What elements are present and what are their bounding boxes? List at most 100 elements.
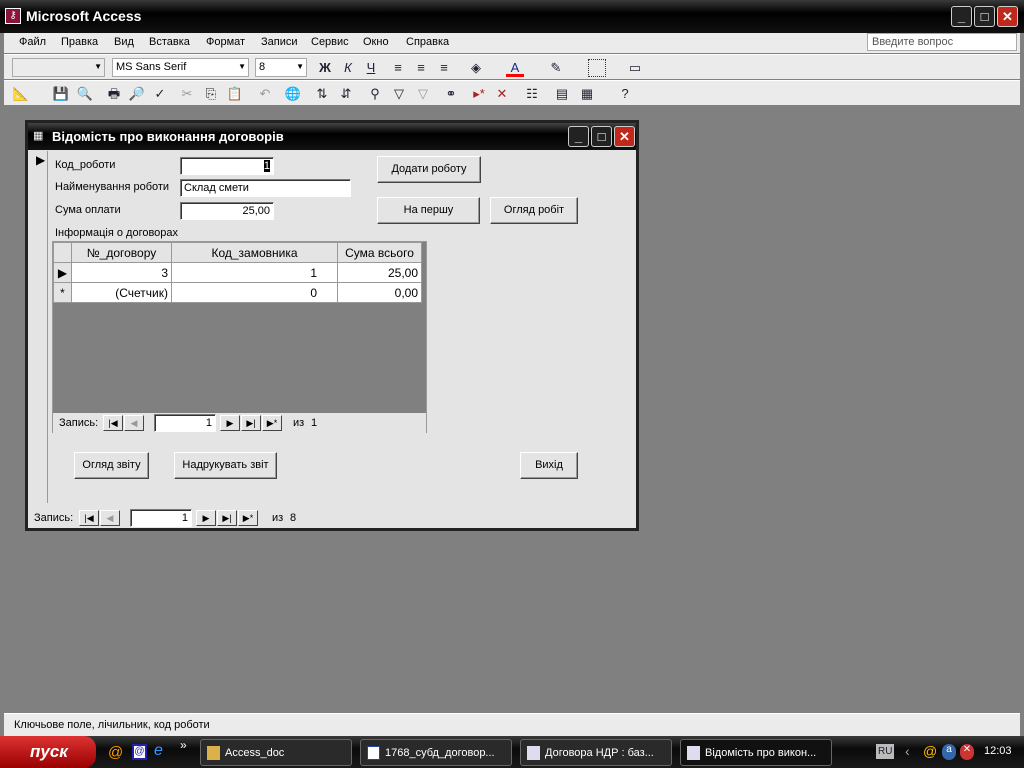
last-record-button[interactable]: ▶| <box>217 510 237 526</box>
cell[interactable]: 3 <box>71 262 172 283</box>
cell[interactable]: 25,00 <box>337 262 422 283</box>
print-report-button[interactable]: Надрукувать звіт <box>174 452 277 479</box>
new-record-button[interactable]: ▶* <box>262 415 282 431</box>
record-number-input[interactable]: 1 <box>154 414 216 432</box>
menu-file[interactable]: Файл <box>19 36 46 48</box>
code-field[interactable]: 1 <box>180 157 274 175</box>
column-header[interactable]: Сума всього <box>337 242 422 263</box>
filter-form-icon[interactable]: ▽ <box>390 85 408 103</box>
save-icon[interactable]: 💾 <box>52 85 70 103</box>
menu-view[interactable]: Вид <box>114 36 134 48</box>
sort-ascending-icon[interactable]: ⇅ <box>313 85 331 103</box>
cell[interactable]: 0,00 <box>337 282 422 303</box>
name-field[interactable]: Склад смети <box>180 179 351 197</box>
close-button[interactable]: ✕ <box>997 6 1018 27</box>
find-icon[interactable]: ⚭ <box>442 85 460 103</box>
paste-icon[interactable]: 📋 <box>226 85 244 103</box>
form-minimize-button[interactable]: _ <box>568 126 589 147</box>
delete-record-icon[interactable]: ✕ <box>493 85 511 103</box>
apply-filter-icon[interactable]: ▽ <box>414 85 432 103</box>
last-record-button[interactable]: ▶| <box>241 415 261 431</box>
copy-icon[interactable]: ⎘ <box>202 85 220 103</box>
tray-mail-icon[interactable]: @ <box>923 743 937 759</box>
tray-expand-icon[interactable]: ‹ <box>905 743 910 759</box>
menu-tools[interactable]: Сервис <box>311 36 349 48</box>
bold-button[interactable]: Ж <box>316 59 334 77</box>
sum-field[interactable]: 25,00 <box>180 202 274 220</box>
new-record-button[interactable]: ▶* <box>238 510 258 526</box>
form-maximize-button[interactable]: □ <box>591 126 612 147</box>
spelling-icon[interactable]: ✓ <box>151 85 169 103</box>
language-indicator[interactable]: RU <box>876 744 895 759</box>
underline-button[interactable]: Ч <box>362 59 380 77</box>
mail-agent-icon[interactable]: @ <box>108 744 123 761</box>
prev-record-button[interactable]: ◀ <box>100 510 120 526</box>
border-icon[interactable] <box>588 59 606 77</box>
new-row-selector[interactable]: * <box>53 282 72 303</box>
help-search-input[interactable]: Введите вопрос <box>867 33 1017 51</box>
print-preview-icon[interactable]: 🔎 <box>128 85 146 103</box>
minimize-button[interactable]: _ <box>951 6 972 27</box>
object-combo[interactable]: ▼ <box>12 58 105 77</box>
column-header[interactable]: №_договору <box>71 242 172 263</box>
tray-agent-icon[interactable]: a <box>942 744 956 760</box>
more-icon[interactable]: » <box>180 738 187 752</box>
filter-selection-icon[interactable]: ⚲ <box>366 85 384 103</box>
print-icon[interactable]: 🖶 <box>105 85 123 103</box>
view-report-button[interactable]: Огляд звіту <box>74 452 149 479</box>
properties-icon[interactable]: ☷ <box>523 85 541 103</box>
line-style-icon[interactable]: ▭ <box>626 59 644 77</box>
fill-color-icon[interactable]: ◈ <box>467 59 485 77</box>
size-combo[interactable]: 8 ▼ <box>255 58 307 77</box>
font-color-icon[interactable]: A <box>506 59 524 77</box>
task-form[interactable]: Відомість про викон... <box>680 739 832 766</box>
align-right-icon[interactable]: ≡ <box>435 59 453 77</box>
first-record-button[interactable]: На першу <box>377 197 480 224</box>
align-center-icon[interactable]: ≡ <box>412 59 430 77</box>
task-word-doc[interactable]: 1768_субд_договор... <box>360 739 512 766</box>
line-color-icon[interactable]: ✎ <box>547 59 565 77</box>
menu-records[interactable]: Записи <box>261 36 298 48</box>
next-record-button[interactable]: ▶ <box>220 415 240 431</box>
first-record-button[interactable]: |◀ <box>79 510 99 526</box>
next-record-button[interactable]: ▶ <box>196 510 216 526</box>
cell[interactable]: 1 <box>171 262 338 283</box>
prev-record-button[interactable]: ◀ <box>124 415 144 431</box>
search-file-icon[interactable]: 🔍 <box>76 85 94 103</box>
new-object-icon[interactable]: ▦ <box>578 85 596 103</box>
sort-descending-icon[interactable]: ⇵ <box>337 85 355 103</box>
maximize-button[interactable]: □ <box>974 6 995 27</box>
quick-launch-icon[interactable]: @ <box>132 744 147 760</box>
cell[interactable]: 0 <box>171 282 338 303</box>
align-left-icon[interactable]: ≡ <box>389 59 407 77</box>
exit-button[interactable]: Вихід <box>520 452 578 479</box>
undo-icon[interactable]: ↶ <box>256 85 274 103</box>
record-number-input[interactable]: 1 <box>130 509 192 527</box>
form-close-button[interactable]: ✕ <box>614 126 635 147</box>
task-access-doc[interactable]: Access_doc <box>200 739 352 766</box>
design-view-icon[interactable]: 📐 <box>12 85 30 103</box>
menu-format[interactable]: Формат <box>206 36 245 48</box>
column-header[interactable]: Код_замовника <box>171 242 338 263</box>
view-works-button[interactable]: Огляд робіт <box>490 197 578 224</box>
database-window-icon[interactable]: ▤ <box>553 85 571 103</box>
help-icon[interactable]: ? <box>616 85 634 103</box>
cell[interactable]: (Счетчик) <box>71 282 172 303</box>
record-selector[interactable]: ▶ <box>32 151 48 503</box>
task-database[interactable]: Договора НДР : баз... <box>520 739 672 766</box>
menu-help[interactable]: Справка <box>406 36 449 48</box>
tray-security-icon[interactable]: ✕ <box>960 744 974 760</box>
cut-icon[interactable]: ✂ <box>178 85 196 103</box>
new-record-icon[interactable]: ▸* <box>470 85 488 103</box>
italic-button[interactable]: К <box>339 59 357 77</box>
row-selector[interactable]: ▶ <box>53 262 72 283</box>
menu-edit[interactable]: Правка <box>61 36 98 48</box>
menu-window[interactable]: Окно <box>363 36 389 48</box>
add-work-button[interactable]: Додати роботу <box>377 156 481 183</box>
menu-insert[interactable]: Вставка <box>149 36 190 48</box>
start-button[interactable]: пуск <box>0 736 96 768</box>
first-record-button[interactable]: |◀ <box>103 415 123 431</box>
font-combo[interactable]: MS Sans Serif ▼ <box>112 58 249 77</box>
hyperlink-icon[interactable]: 🌐 <box>284 85 302 103</box>
internet-explorer-icon[interactable]: e <box>154 742 163 760</box>
